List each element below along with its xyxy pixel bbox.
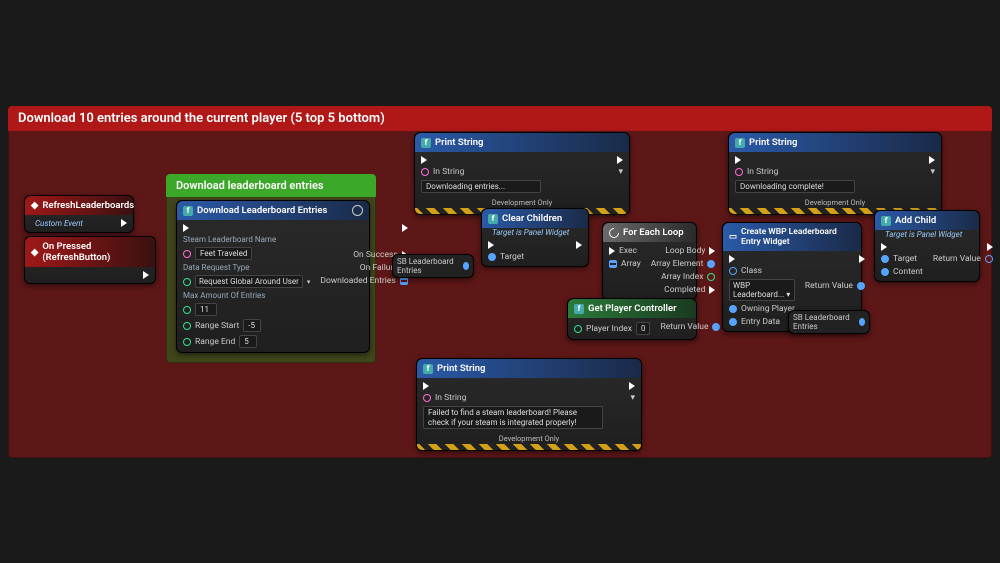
- function-icon: f: [423, 364, 433, 374]
- param-label: Max Amount Of Entries: [183, 291, 310, 300]
- exec-out-pin[interactable]: [859, 255, 865, 263]
- pin-return-value[interactable]: Return Value: [805, 281, 865, 291]
- in-string-value[interactable]: Downloading entries...: [421, 180, 541, 193]
- pin-target[interactable]: Target: [881, 254, 923, 264]
- pin-loop-body[interactable]: Loop Body: [665, 246, 715, 256]
- exec-out-pin[interactable]: [143, 271, 149, 279]
- pin-array[interactable]: Array: [609, 259, 641, 269]
- function-icon: f: [421, 138, 431, 148]
- loop-icon: [607, 225, 621, 239]
- pin-class[interactable]: Class: [729, 266, 795, 276]
- node-print-string-3[interactable]: f Print String In String Failed to find a…: [416, 358, 642, 451]
- node-title: Add Child: [895, 215, 936, 226]
- pin-exec[interactable]: Exec: [609, 246, 641, 256]
- chevron-down-icon: ▾: [786, 290, 790, 299]
- reroute-pin[interactable]: [859, 318, 866, 326]
- in-string-value[interactable]: Downloading complete!: [735, 180, 855, 193]
- exec-out-pin[interactable]: [576, 241, 582, 249]
- exec-out-pin[interactable]: [402, 224, 408, 232]
- node-clear-children[interactable]: f Clear Children Target is Panel Widget T…: [481, 208, 589, 267]
- exec-in-pin[interactable]: [735, 156, 855, 164]
- function-icon: f: [881, 216, 891, 226]
- node-print-string-2[interactable]: f Print String In String Downloading comp…: [728, 132, 942, 215]
- pin-array-index[interactable]: Array Index: [661, 272, 715, 282]
- exec-in-pin[interactable]: [423, 382, 603, 390]
- blueprint-canvas[interactable]: Download 10 entries around the current p…: [0, 0, 1000, 563]
- function-icon: f: [735, 138, 745, 148]
- reroute-sb-entries-1[interactable]: SB Leaderboard Entries: [392, 254, 474, 278]
- node-title: Create WBP Leaderboard Entry Widget: [741, 227, 855, 247]
- exec-in-pin[interactable]: [488, 241, 524, 249]
- pin-return-value[interactable]: Return Value: [933, 254, 993, 264]
- exec-in-pin[interactable]: [421, 156, 541, 164]
- pin-return-value[interactable]: Return Value: [660, 322, 720, 332]
- node-subtitle: Custom Event: [35, 219, 83, 228]
- node-print-string-1[interactable]: f Print String In String Downloading entr…: [414, 132, 630, 215]
- widget-icon: ▭: [729, 232, 737, 242]
- event-icon: ◆: [31, 247, 38, 258]
- pin-completed[interactable]: Completed: [664, 285, 715, 295]
- pin-in-string[interactable]: In String: [423, 393, 603, 403]
- pin-array-element[interactable]: Array Element: [651, 259, 716, 269]
- param-label: Data Request Type: [183, 263, 310, 272]
- node-title: For Each Loop: [623, 227, 684, 238]
- param-label: Steam Leaderboard Name: [183, 235, 310, 244]
- node-refresh-leaderboards[interactable]: ◆ RefreshLeaderboards Custom Event: [24, 195, 134, 233]
- node-title: RefreshLeaderboards: [42, 200, 134, 211]
- expand-icon[interactable]: ▾: [630, 393, 635, 403]
- exec-in-pin[interactable]: [881, 243, 923, 251]
- node-title: Print String: [437, 363, 485, 374]
- expand-icon[interactable]: ▾: [618, 167, 623, 177]
- async-clock-icon: [352, 205, 363, 216]
- node-title: Print String: [749, 137, 797, 148]
- pin-entry-data[interactable]: Entry Data: [729, 317, 795, 327]
- pin-owning-player[interactable]: Owning Player: [729, 304, 795, 314]
- chevron-down-icon: ▾: [307, 278, 311, 286]
- pin-content[interactable]: Content: [881, 267, 923, 277]
- comment-red-title[interactable]: Download 10 entries around the current p…: [8, 106, 992, 131]
- in-string-value[interactable]: Failed to find a steam leaderboard! Plea…: [423, 406, 603, 429]
- node-download-entries[interactable]: f Download Leaderboard Entries Steam Lea…: [176, 200, 370, 353]
- event-icon: ◆: [31, 200, 38, 211]
- node-title: Print String: [435, 137, 483, 148]
- function-icon: f: [183, 206, 193, 216]
- dev-only-label: Development Only: [415, 197, 629, 208]
- node-title: Download Leaderboard Entries: [197, 205, 348, 216]
- pin-range-start[interactable]: Range Start-5: [183, 319, 310, 332]
- node-add-child[interactable]: f Add Child Target is Panel Widget Target…: [874, 210, 980, 282]
- node-title: Clear Children: [502, 213, 562, 224]
- exec-in-pin[interactable]: [183, 224, 310, 232]
- expand-icon[interactable]: ▾: [930, 167, 935, 177]
- node-get-player-controller[interactable]: fGet Player Controller Player Index0 Ret…: [567, 298, 697, 340]
- comment-green-title[interactable]: Download leaderboard entries: [166, 174, 376, 197]
- node-subtitle: Target is Panel Widget: [486, 228, 588, 237]
- pin-request-type[interactable]: Request Global Around User▾: [183, 275, 310, 288]
- function-icon: f: [574, 304, 584, 314]
- exec-out-pin[interactable]: [629, 382, 635, 390]
- pin-target[interactable]: Target: [488, 252, 524, 262]
- pin-lb-name[interactable]: Feet Traveled: [183, 247, 310, 260]
- function-icon: f: [488, 214, 498, 224]
- reroute-sb-entries-2[interactable]: SB Leaderboard Entries: [788, 310, 870, 334]
- node-subtitle: Target is Panel Widget: [879, 230, 979, 239]
- node-title: On Pressed (RefreshButton): [42, 241, 149, 263]
- node-for-each-loop[interactable]: For Each Loop Exec Array Loop Body Array…: [602, 222, 697, 300]
- exec-in-pin[interactable]: [729, 255, 795, 263]
- exec-out-pin[interactable]: [929, 156, 935, 164]
- exec-out-pin[interactable]: [617, 156, 623, 164]
- exec-out-pin[interactable]: [121, 219, 127, 227]
- pin-in-string[interactable]: In String: [735, 167, 855, 177]
- pin-max-entries[interactable]: 11: [183, 303, 310, 316]
- dev-only-label: Development Only: [729, 197, 941, 208]
- reroute-pin[interactable]: [463, 262, 470, 270]
- node-on-pressed[interactable]: ◆ On Pressed (RefreshButton): [24, 236, 156, 284]
- pin-range-end[interactable]: Range End5: [183, 335, 310, 348]
- class-selector[interactable]: WBP Leaderboard... ▾: [729, 279, 795, 301]
- exec-out-pin[interactable]: [987, 243, 993, 251]
- pin-player-index[interactable]: Player Index0: [574, 322, 650, 335]
- pin-in-string[interactable]: In String: [421, 167, 541, 177]
- dev-only-label: Development Only: [417, 433, 641, 444]
- node-title: Get Player Controller: [588, 303, 677, 314]
- hazard-stripe: [417, 444, 641, 450]
